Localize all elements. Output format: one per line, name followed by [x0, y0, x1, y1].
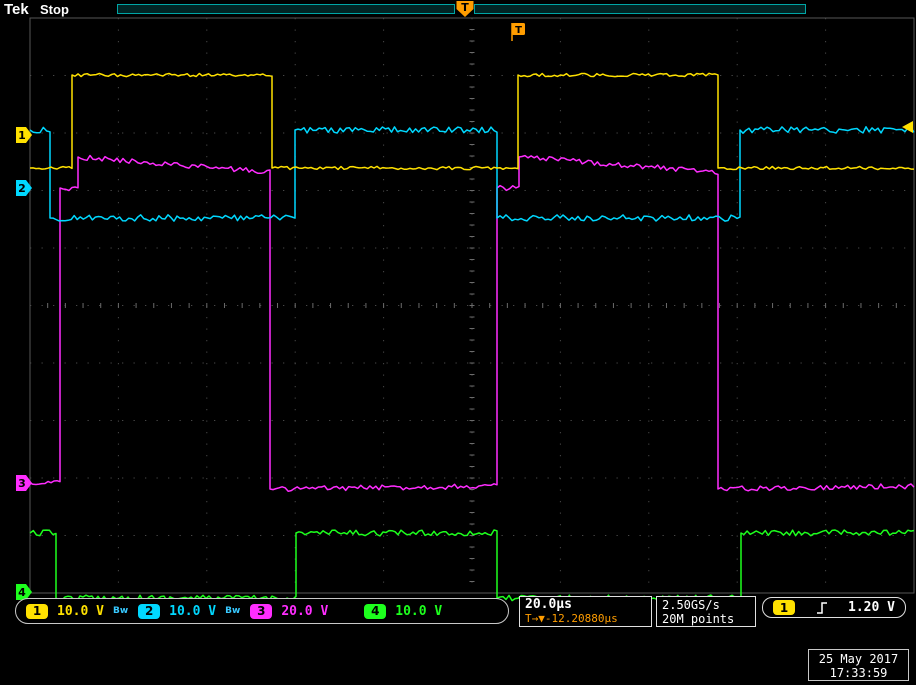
channel-3-badge: 3	[250, 604, 272, 619]
ch3-waveform	[30, 156, 914, 492]
bandwidth-limit-icon: Bw	[225, 606, 240, 616]
time-value: 17:33:59	[809, 666, 908, 680]
record-length-value: 20M points	[662, 612, 755, 626]
trigger-position-marker: T	[457, 1, 474, 17]
channel-4-readout[interactable]: 4 10.0 V	[364, 604, 442, 619]
ch4-waveform	[30, 530, 914, 601]
channel-1-badge: 1	[26, 604, 48, 619]
channel-2-scale-value: 10.0 V	[169, 604, 216, 619]
rising-edge-icon	[816, 600, 828, 616]
channel-4-badge: 4	[364, 604, 386, 619]
channel-2-badge: 2	[138, 604, 160, 619]
horizontal-scale-readout[interactable]: 20.0µs T→▼-12.20880µs	[519, 596, 652, 627]
svg-text:T: T	[461, 1, 469, 14]
svg-text:2: 2	[18, 182, 26, 195]
svg-text:T: T	[515, 25, 522, 36]
svg-text:1: 1	[18, 129, 26, 142]
trigger-delay-readout: T→▼-12.20880µs	[525, 612, 651, 625]
trigger-delay-icon: T→▼	[525, 612, 545, 625]
bandwidth-limit-icon: Bw	[113, 606, 128, 616]
svg-text:3: 3	[18, 477, 26, 490]
oscilloscope-screen: Tek Stop 1234TT 110.0 VBw210.0 VBw320.0 …	[0, 0, 916, 685]
acquisition-readout[interactable]: 2.50GS/s 20M points	[656, 596, 756, 627]
channel-2-readout[interactable]: 2 10.0 V	[138, 604, 216, 619]
trigger-level-value: 1.20 V	[848, 600, 895, 615]
channel-1-readout[interactable]: 1 10.0 V	[26, 604, 104, 619]
trigger-delay-value: -12.20880µs	[545, 612, 618, 625]
ch2-waveform	[30, 127, 914, 221]
sample-rate-value: 2.50GS/s	[662, 598, 755, 612]
trigger-readout[interactable]: 1 1.20 V	[762, 597, 906, 618]
channel-readouts: 1 10.0 V Bw 2 10.0 V Bw 3 20.0 V 4 10.0 V	[15, 598, 509, 624]
date-value: 25 May 2017	[809, 652, 908, 666]
channel-3-scale-value: 20.0 V	[281, 604, 328, 619]
channel-1-scale-value: 10.0 V	[57, 604, 104, 619]
channel-4-scale-value: 10.0 V	[395, 604, 442, 619]
datetime-readout: 25 May 2017 17:33:59	[808, 649, 909, 681]
graticule-display: 1 2 3 4 T T	[0, 0, 916, 685]
svg-text:4: 4	[18, 586, 26, 599]
trigger-source-badge: 1	[773, 600, 795, 615]
trigger-point-flag: T	[512, 23, 525, 41]
channel-3-readout[interactable]: 3 20.0 V	[250, 604, 328, 619]
timebase-value: 20.0µs	[525, 598, 651, 612]
